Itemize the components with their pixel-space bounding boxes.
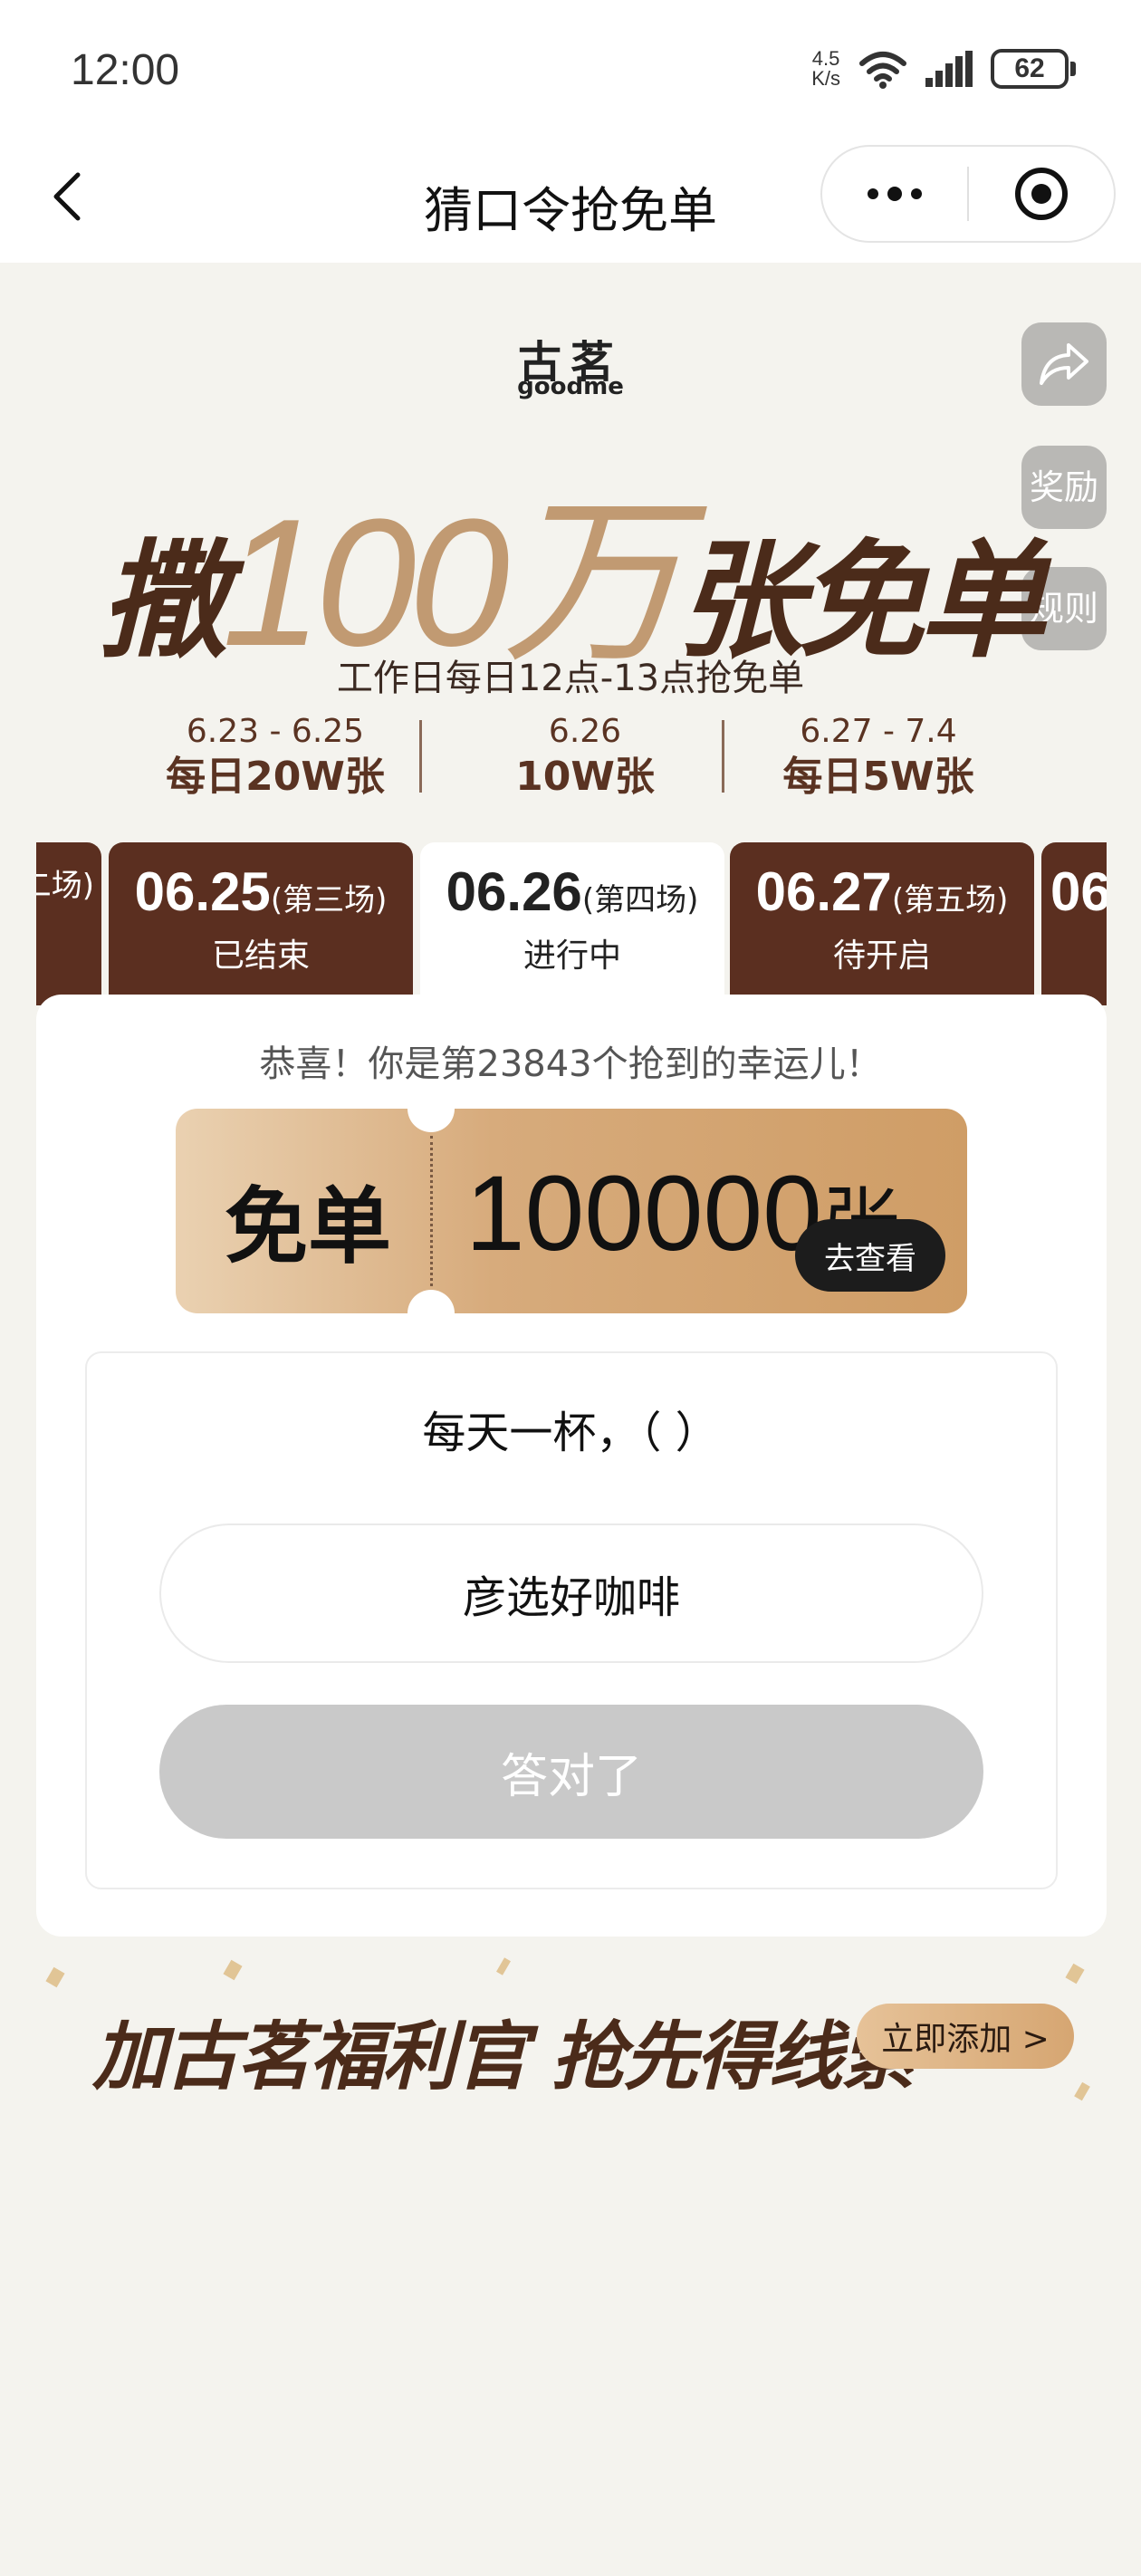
session-tab-next[interactable]: 06 xyxy=(1041,842,1107,1005)
schedule-count: 每日20W张 xyxy=(166,754,385,800)
session-label: (第五场) xyxy=(891,882,1009,918)
share-icon xyxy=(1040,343,1088,385)
congrats-text: 恭喜！你是第23843个抢到的幸运儿！ xyxy=(259,1043,882,1085)
add-now-button[interactable]: 立即添加 > xyxy=(857,2004,1074,2069)
session-label: 二场) xyxy=(36,868,94,904)
schedule-divider xyxy=(419,720,422,793)
session-date: 06.25 xyxy=(134,861,271,922)
net-speed-unit: K/s xyxy=(811,67,840,90)
schedule-item: 6.26 10W张 xyxy=(431,712,739,803)
schedule-dates: 6.27 - 7.4 xyxy=(800,713,957,750)
session-tab[interactable]: 06.25(第三场) 已结束 xyxy=(109,842,413,1005)
status-icons: 4.5 K/s 62 xyxy=(811,42,1076,96)
session-tabs: 二场) 06.25(第三场) 已结束 06.26(第四场) 进行中 06.27(… xyxy=(36,842,1107,1005)
schedule-count: 每日5W张 xyxy=(782,754,974,800)
session-date: 06 xyxy=(1050,861,1107,922)
confetti xyxy=(1065,1963,1085,1985)
network-speed: 4.5 K/s xyxy=(811,49,840,89)
nav-bar: 猜口令抢免单 xyxy=(0,136,1141,263)
wifi-icon xyxy=(859,52,906,89)
confetti xyxy=(1074,2081,1090,2101)
schedule-dates: 6.23 - 6.25 xyxy=(186,713,365,750)
ticket-notch xyxy=(408,1290,455,1337)
session-status: 进行中 xyxy=(523,937,621,975)
answer-field[interactable]: 彦选好咖啡 xyxy=(159,1523,983,1663)
submit-button[interactable]: 答对了 xyxy=(159,1705,983,1839)
mini-program-capsule xyxy=(820,145,1116,243)
session-date: 06.27 xyxy=(755,861,892,922)
schedule-count: 10W张 xyxy=(515,754,655,800)
signal-icon xyxy=(925,51,973,87)
session-tab-active[interactable]: 06.26(第四场) 进行中 xyxy=(420,842,724,1005)
target-close-icon[interactable] xyxy=(969,168,1114,220)
confetti xyxy=(45,1966,65,1988)
net-speed-value: 4.5 xyxy=(811,47,840,70)
schedule-dates: 6.26 xyxy=(548,713,622,750)
schedule-item: 6.23 - 6.25 每日20W张 xyxy=(121,712,429,803)
session-tab[interactable]: 06.27(第五场) 待开启 xyxy=(730,842,1034,1005)
promo-time: 工作日每日12点-13点抢免单 xyxy=(336,658,805,699)
status-time: 12:00 xyxy=(71,46,180,94)
schedule-item: 6.27 - 7.4 每日5W张 xyxy=(724,712,1032,803)
confetti xyxy=(496,1957,511,1975)
quiz-question: 每天一杯，（ ） xyxy=(422,1408,719,1458)
ticket-divider xyxy=(430,1136,433,1286)
view-button[interactable]: 去查看 xyxy=(795,1219,945,1292)
welfare-banner[interactable]: 加古茗福利官 抢先得线索 立即添加 > xyxy=(36,1956,1107,2119)
battery-icon: 62 xyxy=(991,49,1076,89)
share-button[interactable] xyxy=(1021,322,1107,406)
session-status: 待开启 xyxy=(832,937,931,975)
confetti xyxy=(223,1959,243,1981)
status-bar: 12:00 4.5 K/s 62 xyxy=(0,0,1141,136)
banner-text: 加古茗福利官 抢先得线索 xyxy=(92,2014,916,2100)
brand-logo-en: goodme xyxy=(517,373,624,400)
more-dots-icon[interactable] xyxy=(822,147,967,241)
ticket-label: 免单 xyxy=(225,1178,392,1275)
session-tab-prev[interactable]: 二场) xyxy=(36,842,101,1005)
battery-level: 62 xyxy=(1014,53,1045,83)
ticket-notch xyxy=(408,1085,455,1132)
session-status: 已结束 xyxy=(211,937,310,975)
session-label: (第四场) xyxy=(581,882,699,918)
session-label: (第三场) xyxy=(270,882,388,918)
session-date: 06.26 xyxy=(446,861,582,922)
ticket-count-value: 100000 xyxy=(465,1154,822,1274)
